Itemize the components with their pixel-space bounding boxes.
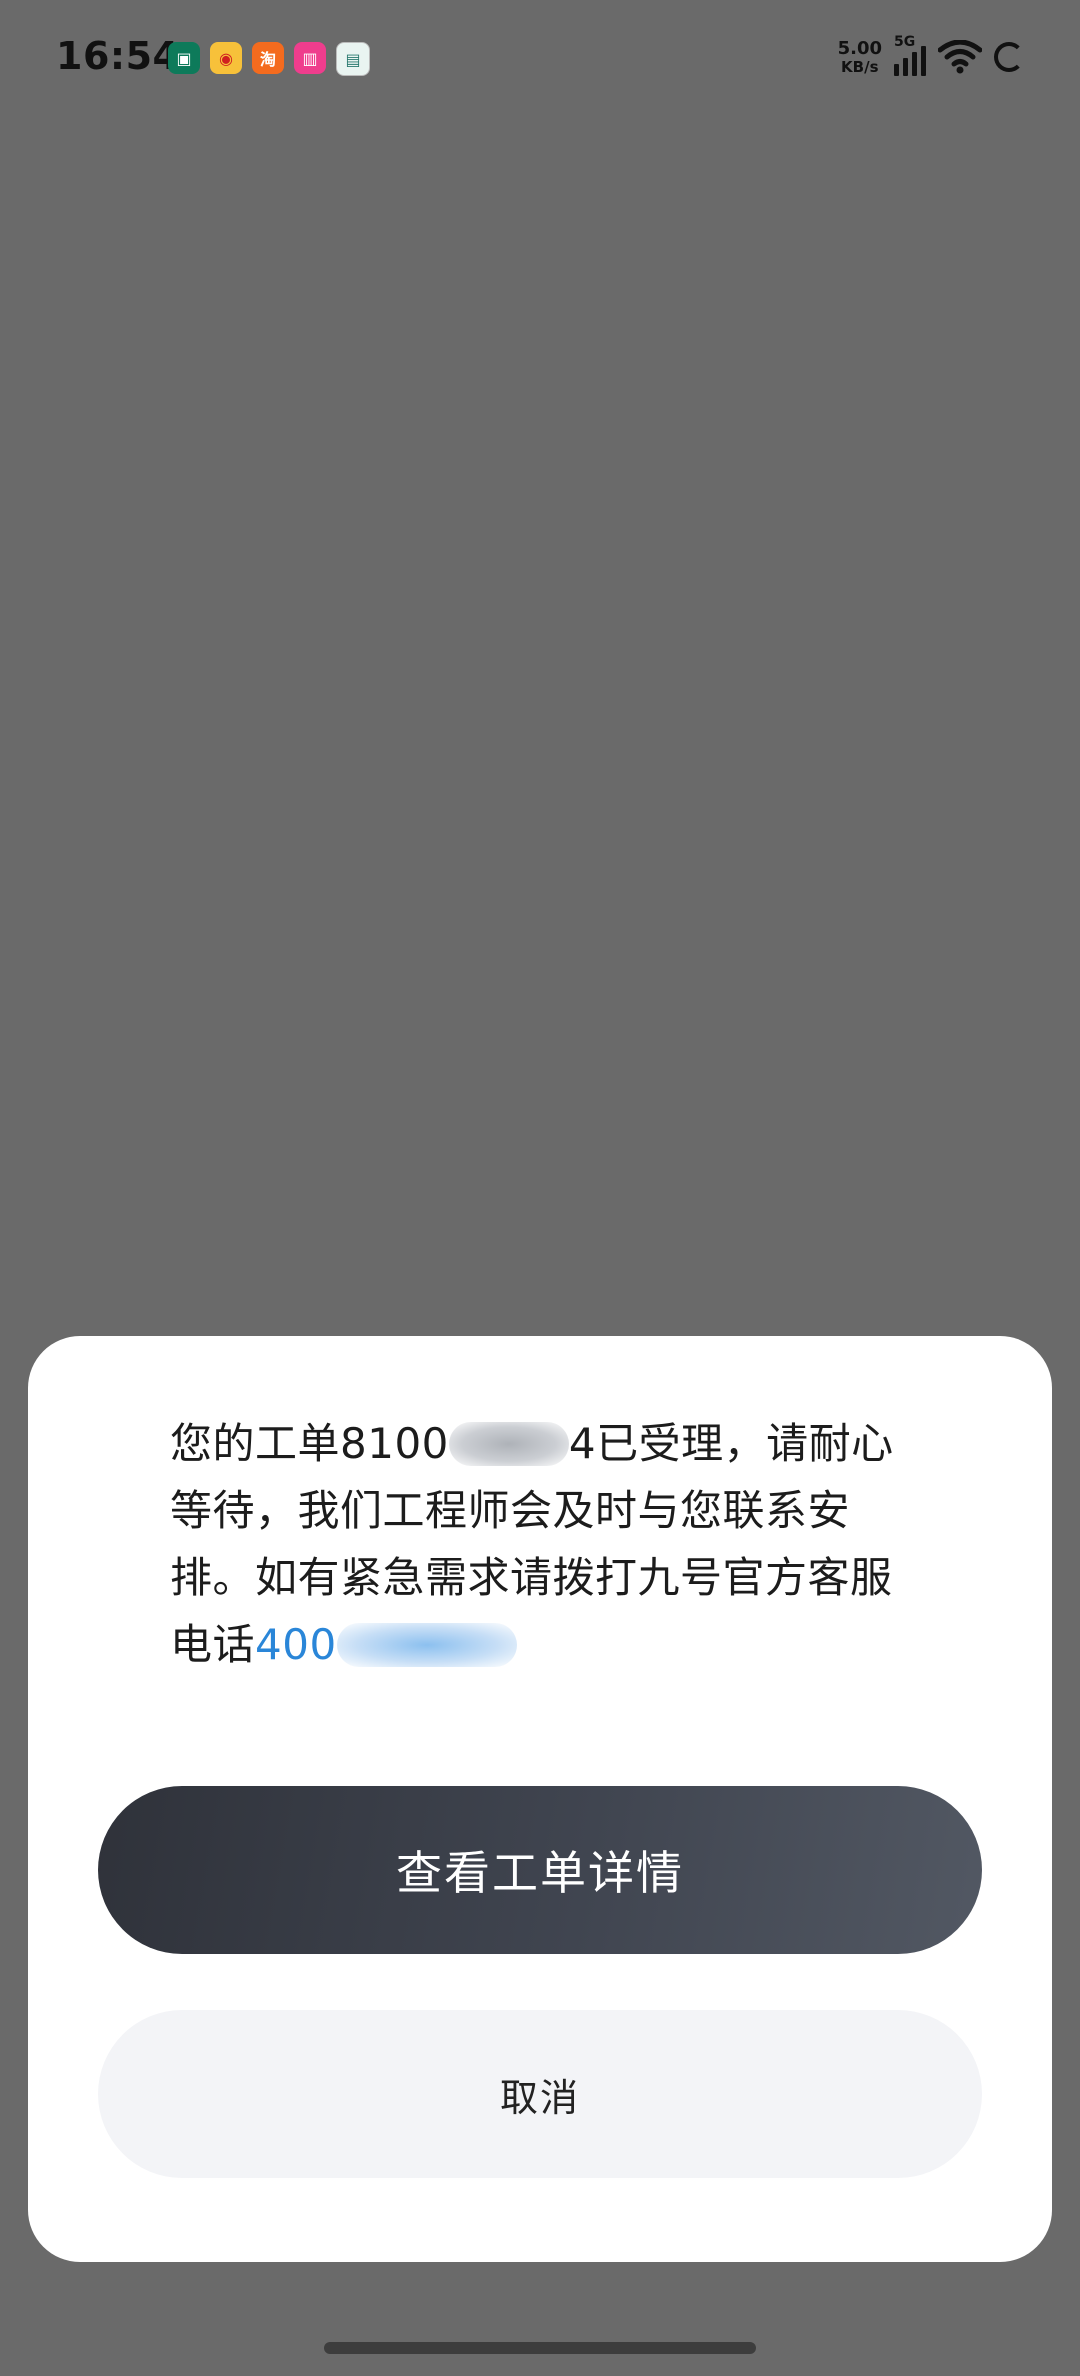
signal-bar bbox=[894, 64, 899, 76]
network-speed: 5.00 KB/s bbox=[837, 37, 882, 76]
wifi-icon bbox=[938, 40, 982, 74]
redacted-phone-number bbox=[336, 1623, 517, 1667]
status-time: 16:54 bbox=[56, 34, 180, 78]
taobao-icon: 淘 bbox=[252, 42, 284, 74]
network-generation: 5G bbox=[894, 34, 916, 50]
cancel-button[interactable]: 取消 bbox=[98, 2010, 982, 2178]
weibo-icon: ◉ bbox=[210, 42, 242, 74]
game-icon: ▣ bbox=[168, 42, 200, 74]
notification-app-icons: ▣ ◉ 淘 ▥ ▤ bbox=[168, 42, 370, 76]
redacted-ticket-number bbox=[448, 1422, 569, 1466]
home-indicator[interactable] bbox=[324, 2342, 756, 2354]
signal-bar bbox=[903, 58, 908, 76]
signal-bar bbox=[912, 52, 917, 76]
status-indicators: 5.00 KB/s 5G bbox=[837, 34, 1024, 76]
view-ticket-details-button[interactable]: 查看工单详情 bbox=[98, 1786, 982, 1954]
notes-icon: ▤ bbox=[336, 42, 370, 76]
network-speed-unit: KB/s bbox=[841, 57, 879, 76]
message-prefix: 您的工单8100 bbox=[170, 1419, 449, 1468]
ticket-accepted-dialog: 您的工单8100 4已受理，请耐心等待，我们工程师会及时与您联系安排。如有紧急需求… bbox=[28, 1336, 1052, 2262]
bilibili-icon: ▥ bbox=[294, 42, 326, 74]
network-speed-value: 5.00 bbox=[837, 37, 882, 59]
loading-spinner-icon bbox=[994, 42, 1024, 72]
phone-prefix: 400 bbox=[255, 1620, 337, 1669]
dialog-message: 您的工单8100 4已受理，请耐心等待，我们工程师会及时与您联系安排。如有紧急需求… bbox=[170, 1410, 930, 1678]
status-bar: 16:54 ▣ ◉ 淘 ▥ ▤ 5.00 KB/s 5G bbox=[0, 0, 1080, 120]
hotline-phone-link[interactable]: 400 bbox=[255, 1620, 517, 1669]
signal-bar bbox=[921, 46, 926, 76]
cellular-signal-icon: 5G bbox=[894, 34, 926, 76]
